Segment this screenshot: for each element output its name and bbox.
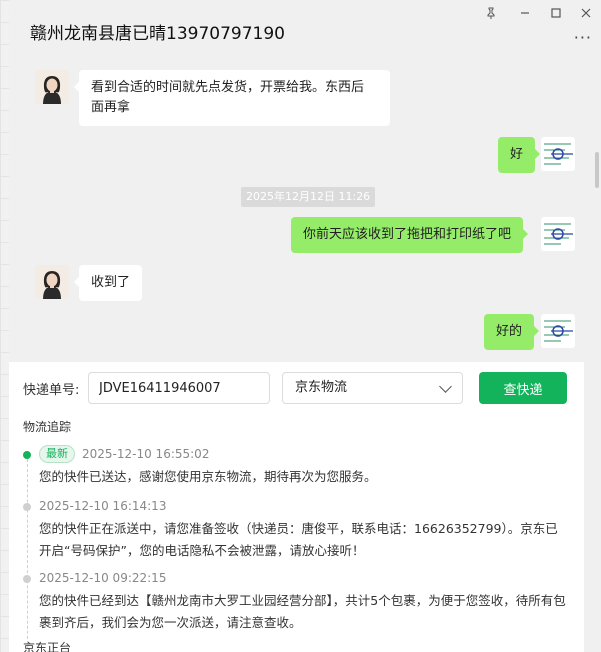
timeline-text: 您的快件已送达，感谢您使用京东物流，期待再次为您服务。 xyxy=(39,469,377,484)
section-title: 物流追踪 xyxy=(23,420,72,434)
contact-avatar[interactable] xyxy=(35,70,69,104)
timeline-time: 2025-12-10 16:55:02 xyxy=(82,447,210,461)
message-bubble-outgoing: 好的 xyxy=(484,314,540,350)
close-icon[interactable] xyxy=(575,4,597,22)
query-tracking-button[interactable]: 查快递 xyxy=(479,372,567,404)
message-text: 收到了 xyxy=(91,275,131,290)
contact-avatar[interactable] xyxy=(35,265,69,299)
timeline-head: 2025-12-10 09:22:15 xyxy=(39,568,166,588)
timeline-head: 2025-12-10 16:14:13 xyxy=(39,496,166,516)
maximize-icon[interactable] xyxy=(545,4,567,22)
message-text: 面再拿 xyxy=(91,100,131,115)
timeline-dot-active xyxy=(23,451,31,459)
message-text: 看到合适的时间就先点发货，开票给我。东西后 xyxy=(91,80,365,95)
timeline-text: 您的快件正在派送中，请您准备签收（快递员：唐俊平，联系电话：1662635279… xyxy=(39,521,558,558)
carrier-select-value: 京东物流 xyxy=(295,380,348,395)
pin-icon[interactable] xyxy=(480,4,502,22)
cut-off-text: 京东正台 xyxy=(23,641,72,652)
minimize-icon[interactable] xyxy=(514,4,536,22)
logistics-panel: 快递单号: 京东物流 查快递 物流追踪 最新 2025-12-10 16:55:… xyxy=(9,362,584,652)
timeline-dot xyxy=(23,503,31,511)
chat-scrollbar[interactable] xyxy=(595,152,599,188)
timeline-dot xyxy=(23,575,31,583)
self-avatar[interactable] xyxy=(541,137,575,171)
title-bar: 赣州龙南县唐已晴13970797190 ··· xyxy=(9,0,601,60)
timeline-head: 最新 2025-12-10 16:55:02 xyxy=(39,444,209,464)
timeline-time: 2025-12-10 09:22:15 xyxy=(39,571,167,585)
message-timestamp: 2025年12月12日 11:26 xyxy=(241,187,376,207)
message-bubble-outgoing: 你前天应该收到了拖把和打印纸了吧 xyxy=(291,217,529,253)
message-bubble-incoming: 收到了 xyxy=(73,265,143,301)
chat-title: 赣州龙南县唐已晴13970797190 xyxy=(30,24,285,44)
more-options-button[interactable]: ··· xyxy=(574,28,592,47)
timeline-text: 您的快件已经到达【赣州龙南市大罗工业园经营分部】，共计5个包裹，为便于您签收，待… xyxy=(39,593,566,630)
timeline-time: 2025-12-10 16:14:13 xyxy=(39,499,167,513)
self-avatar[interactable] xyxy=(541,314,575,348)
tracking-number-input[interactable] xyxy=(88,372,270,404)
message-text: 好的 xyxy=(496,324,523,339)
carrier-select[interactable]: 京东物流 xyxy=(282,372,463,404)
message-text: 你前天应该收到了拖把和打印纸了吧 xyxy=(303,227,512,242)
message-bubble-incoming: 看到合适的时间就先点发货，开票给我。东西后 面再拿 xyxy=(74,70,390,126)
latest-badge: 最新 xyxy=(39,445,75,463)
message-text: 好 xyxy=(510,147,524,162)
self-avatar[interactable] xyxy=(541,217,575,251)
message-bubble-outgoing: 好 xyxy=(498,137,541,173)
tracking-number-label: 快递单号: xyxy=(23,383,80,398)
chevron-down-icon xyxy=(439,380,452,393)
timeline-line xyxy=(27,454,28,652)
